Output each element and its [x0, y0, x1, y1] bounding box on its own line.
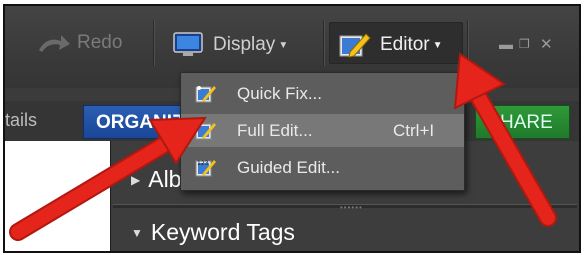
close-icon[interactable]: ✕ — [540, 35, 553, 53]
editor-label: Editor — [380, 34, 430, 55]
restore-icon[interactable]: ❐ — [519, 37, 530, 51]
guided-edit-label: Guided Edit... — [237, 157, 341, 177]
tab-details[interactable]: tails — [5, 110, 37, 131]
content-area — [5, 141, 110, 251]
editor-dropdown-menu: Quick Fix... Full Edit... Ctrl+I 123 Gui… — [180, 72, 465, 191]
svg-text:123: 123 — [197, 160, 209, 167]
redo-button[interactable]: Redo — [37, 32, 122, 54]
minimize-icon[interactable]: ▬ — [499, 36, 513, 52]
redo-label: Redo — [77, 32, 123, 53]
resize-grip-icon[interactable]: •••••• — [340, 203, 363, 212]
editor-pencil-icon — [339, 33, 371, 58]
full-edit-label: Full Edit... — [237, 120, 313, 140]
monitor-icon — [173, 32, 203, 56]
display-label: Display — [213, 34, 276, 55]
chevron-right-icon: ▶ — [131, 172, 141, 187]
quick-fix-label: Quick Fix... — [237, 83, 323, 103]
chevron-down-icon: ▼ — [278, 39, 289, 51]
tab-share[interactable]: HARE — [475, 105, 570, 139]
keyword-tags-label: Keyword Tags — [150, 219, 295, 245]
toolbar-separator — [323, 20, 325, 66]
display-menu-button[interactable]: Display ▼ — [173, 32, 288, 58]
menu-item-guided-edit[interactable]: 123 Guided Edit... — [181, 151, 464, 184]
redo-icon — [39, 35, 70, 52]
menu-item-full-edit[interactable]: Full Edit... Ctrl+I — [181, 114, 464, 147]
chevron-down-icon: ▼ — [432, 39, 443, 51]
keyword-tags-section-header[interactable]: ▼ Keyword Tags — [131, 219, 295, 246]
app-window: Redo Display ▼ Editor ▼ ▬ ❐ ✕ tails ORGA… — [3, 4, 581, 253]
full-edit-shortcut: Ctrl+I — [393, 120, 435, 140]
full-edit-icon — [195, 122, 216, 139]
guided-edit-icon: 123 — [195, 159, 216, 176]
toolbar-separator — [153, 20, 155, 66]
menu-item-quick-fix[interactable]: Quick Fix... — [181, 77, 464, 110]
toolbar-separator — [467, 20, 469, 66]
chevron-down-icon: ▼ — [131, 225, 143, 240]
quick-fix-icon — [195, 85, 216, 102]
editor-menu-button[interactable]: Editor ▼ — [338, 30, 443, 60]
